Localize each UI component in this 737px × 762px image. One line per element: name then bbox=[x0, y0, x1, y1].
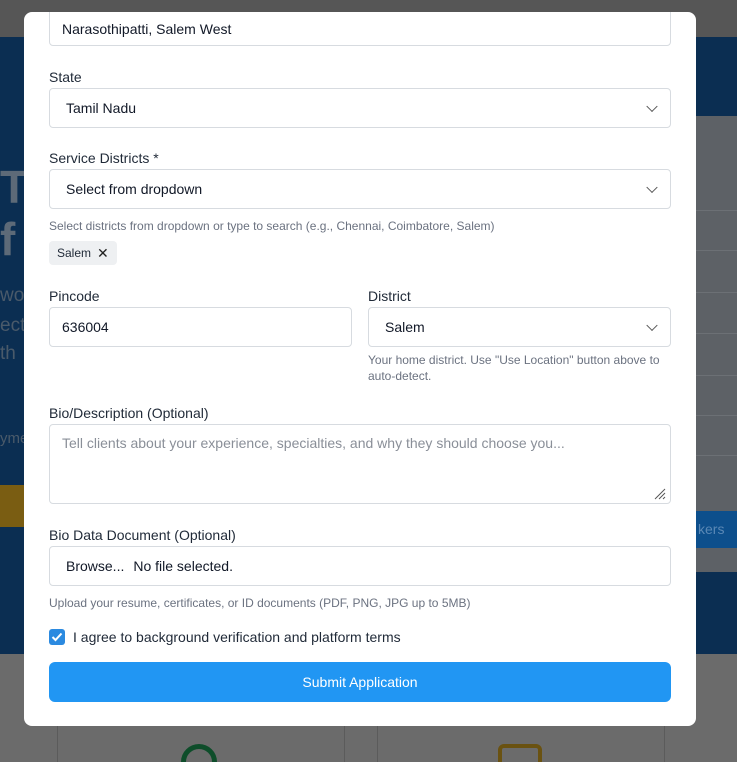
address-value: Narasothipatti, Salem West bbox=[62, 21, 232, 37]
bio-label: Bio/Description (Optional) bbox=[49, 405, 209, 421]
bio-document-label: Bio Data Document (Optional) bbox=[49, 527, 236, 543]
background-divider bbox=[695, 292, 737, 293]
pincode-value: 636004 bbox=[62, 319, 109, 335]
state-value: Tamil Nadu bbox=[66, 100, 137, 116]
background-card-icon bbox=[498, 744, 542, 762]
district-select[interactable]: Salem bbox=[368, 307, 671, 347]
background-divider bbox=[695, 455, 737, 456]
bio-textarea[interactable] bbox=[49, 424, 671, 504]
chevron-down-icon bbox=[646, 319, 658, 332]
district-hint: Your home district. Use "Use Location" b… bbox=[368, 353, 660, 383]
background-hero-text: th bbox=[0, 343, 16, 364]
service-districts-select[interactable]: Select from dropdown bbox=[49, 169, 671, 209]
service-districts-hint: Select districts from dropdown or type t… bbox=[49, 219, 495, 233]
resize-handle-icon[interactable] bbox=[654, 488, 666, 500]
district-value: Salem bbox=[385, 319, 425, 335]
state-label: State bbox=[49, 69, 82, 85]
district-chip-label: Salem bbox=[57, 246, 92, 260]
chevron-down-icon bbox=[646, 100, 658, 113]
background-hero-text: ect bbox=[0, 315, 26, 336]
background-divider bbox=[695, 375, 737, 376]
agreement-label: I agree to background verification and p… bbox=[73, 629, 401, 645]
background-hero-text: f bbox=[0, 213, 16, 265]
close-icon[interactable]: ✕ bbox=[97, 245, 109, 262]
address-input[interactable]: Narasothipatti, Salem West bbox=[49, 12, 671, 46]
submit-application-button[interactable]: Submit Application bbox=[49, 662, 671, 702]
background-side-button: kers bbox=[695, 511, 737, 549]
pincode-input[interactable]: 636004 bbox=[49, 307, 352, 347]
district-chip: Salem ✕ bbox=[49, 241, 117, 265]
district-label: District bbox=[368, 288, 411, 304]
background-side-panel bbox=[695, 116, 737, 572]
file-status: No file selected. bbox=[133, 558, 233, 574]
service-districts-label: Service Districts * bbox=[49, 150, 159, 166]
background-divider bbox=[695, 415, 737, 416]
background-cta-button bbox=[0, 485, 24, 527]
background-divider bbox=[695, 210, 737, 211]
bio-document-file-input[interactable]: Browse... No file selected. bbox=[49, 546, 671, 586]
chevron-down-icon bbox=[646, 181, 658, 194]
bio-document-hint: Upload your resume, certificates, or ID … bbox=[49, 596, 471, 610]
application-modal: Narasothipatti, Salem West State Tamil N… bbox=[24, 12, 696, 726]
pincode-label: Pincode bbox=[49, 288, 100, 304]
background-side-footer bbox=[695, 548, 737, 572]
agreement-checkbox[interactable] bbox=[49, 629, 65, 645]
background-divider bbox=[695, 250, 737, 251]
state-select[interactable]: Tamil Nadu bbox=[49, 88, 671, 128]
service-districts-placeholder: Select from dropdown bbox=[66, 181, 203, 197]
checkmark-icon bbox=[51, 632, 63, 642]
background-divider bbox=[695, 333, 737, 334]
browse-button[interactable]: Browse... bbox=[66, 558, 124, 574]
